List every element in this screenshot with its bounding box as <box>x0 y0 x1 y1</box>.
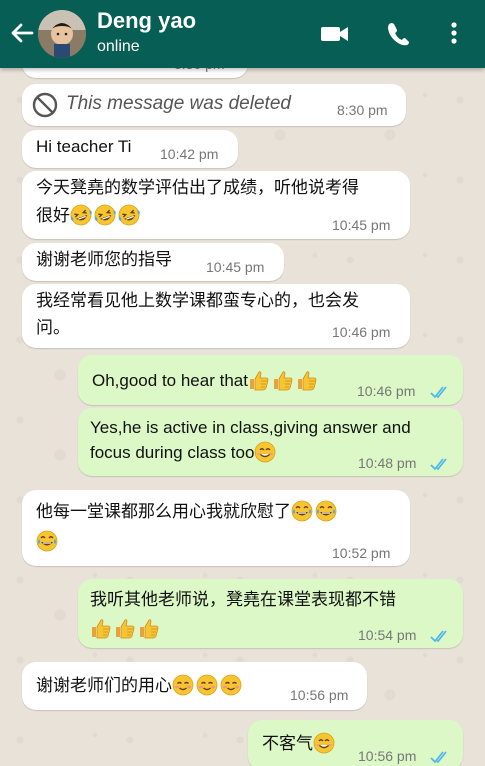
smile-emoji <box>254 441 276 463</box>
message-text: Hi teacher Ti <box>36 137 132 156</box>
laughing-tears-emoji <box>118 204 140 226</box>
message-text-line: 我听其他老师说，凳堯在课堂表现都不错 <box>90 590 396 609</box>
blush-emoji <box>220 674 242 696</box>
message-text: 谢谢老师们的用心 <box>36 671 244 700</box>
message-bubble-outgoing[interactable]: 不客气 10:56 pm <box>248 720 463 766</box>
message-time: 10:54 pm <box>358 627 417 643</box>
joy-emoji <box>36 530 58 552</box>
back-arrow-icon <box>11 23 34 43</box>
message-text: Oh,good to hear that <box>92 366 320 395</box>
read-receipt-icon <box>430 629 452 643</box>
message-bubble-incoming[interactable]: 谢谢老师您的指导 10:45 pm <box>22 243 284 281</box>
message-bubble-incoming[interactable]: 今天凳堯的数学评估出了成绩，听他说考得 很好 10:45 pm <box>22 171 410 239</box>
message-text-line: 他每一堂课都那么用心我就欣慰了 <box>36 497 339 526</box>
message-time: 8:30 pm <box>337 102 388 118</box>
video-call-icon <box>321 27 348 41</box>
laughing-tears-emoji <box>94 204 116 226</box>
voice-call-button[interactable] <box>385 20 415 48</box>
phone-icon <box>388 23 409 46</box>
more-options-button[interactable] <box>442 20 466 48</box>
message-time: 10:45 pm <box>332 217 391 233</box>
message-bubble-incoming-deleted[interactable]: This message was deleted 8:30 pm <box>22 84 406 126</box>
chat-header: Deng yao online <box>0 0 485 68</box>
message-bubble-incoming[interactable]: 谢谢老师们的用心 10:56 pm <box>22 662 367 710</box>
thumbs-up-emoji <box>90 617 112 639</box>
message-text-line: focus during class too <box>90 438 278 467</box>
message-text-line <box>36 527 60 556</box>
back-button[interactable] <box>8 18 36 48</box>
contact-name[interactable]: Deng yao <box>97 8 196 34</box>
thumbs-up-emoji <box>296 369 318 391</box>
message-time: 10:52 pm <box>332 545 391 561</box>
message-text-line: 问。 <box>36 318 70 337</box>
message-text-line: 今天凳堯的数学评估出了成绩，听他说考得 <box>36 178 359 197</box>
message-time: 10:42 pm <box>160 146 219 162</box>
message-text: 谢谢老师您的指导 <box>36 250 172 269</box>
contact-status: online <box>97 38 140 55</box>
read-receipt-icon <box>430 750 452 764</box>
message-text-line: 我经常看见他上数学课都蛮专心的，也会发 <box>36 291 359 310</box>
message-time: 10:45 pm <box>206 259 265 275</box>
contact-avatar[interactable] <box>38 10 86 58</box>
message-bubble-incoming[interactable]: 我经常看见他上数学课都蛮专心的，也会发 问。 10:46 pm <box>22 284 410 348</box>
joy-emoji <box>291 500 313 522</box>
laughing-tears-emoji <box>70 204 92 226</box>
message-text-line <box>90 614 162 643</box>
thumbs-up-emoji <box>272 369 294 391</box>
message-time: 10:56 pm <box>358 748 417 764</box>
video-call-button[interactable] <box>320 20 350 48</box>
message-bubble-outgoing[interactable]: Yes,he is active in class,giving answer … <box>78 408 463 476</box>
message-bubble-outgoing[interactable]: Oh,good to hear that 10:46 pm <box>78 355 463 405</box>
blush-emoji <box>172 674 194 696</box>
thumbs-up-emoji <box>114 617 136 639</box>
message-text-line: 很好 <box>36 201 142 230</box>
joy-emoji <box>315 500 337 522</box>
message-text: 不客气 <box>262 729 337 758</box>
message-time: 10:46 pm <box>357 383 416 399</box>
blush-emoji <box>196 674 218 696</box>
message-time: 10:48 pm <box>358 455 417 471</box>
deleted-message-icon <box>32 92 58 118</box>
thumbs-up-emoji <box>138 617 160 639</box>
message-bubble-incoming[interactable]: 他每一堂课都那么用心我就欣慰了 10:52 pm <box>22 490 410 566</box>
more-vert-icon <box>451 22 457 44</box>
message-time: 10:46 pm <box>332 324 391 340</box>
message-bubble-outgoing[interactable]: 我听其他老师说，凳堯在课堂表现都不错 10:54 pm <box>78 579 463 648</box>
read-receipt-icon <box>430 457 452 471</box>
read-receipt-icon <box>430 385 452 399</box>
message-bubble-incoming[interactable]: Hi teacher Ti 10:42 pm <box>22 130 238 168</box>
message-time: 10:56 pm <box>290 687 349 703</box>
smile-emoji <box>313 732 335 754</box>
thumbs-up-emoji <box>248 369 270 391</box>
deleted-message-text: This message was deleted <box>66 93 291 114</box>
